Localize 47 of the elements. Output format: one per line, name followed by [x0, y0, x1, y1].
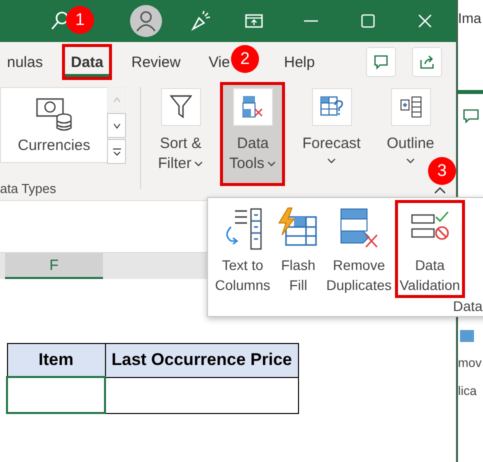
table-header-cell: Last Occurrence Price — [105, 344, 298, 377]
more-button[interactable] — [107, 139, 126, 164]
ribbon-tab[interactable]: Review — [122, 44, 190, 80]
button-label: lica — [458, 384, 477, 398]
filter-icon — [170, 95, 192, 119]
comment-icon — [373, 54, 389, 70]
comment-icon[interactable] — [462, 108, 480, 124]
ribbon-tab[interactable]: Vie — [200, 44, 233, 80]
ribbon-button[interactable]: Sort & Filter — [149, 82, 212, 186]
search-icon[interactable] — [50, 11, 70, 31]
ribbon-button[interactable]: Data Validation — [394, 200, 466, 298]
chevron-down-icon — [406, 158, 415, 164]
avatar-icon[interactable] — [130, 5, 162, 37]
group-label: ata Types — [0, 181, 56, 196]
currency-icon — [36, 96, 72, 130]
ribbon-button[interactable]: Forecast — [293, 82, 370, 186]
group-label: Data — [453, 298, 483, 314]
column-header[interactable]: F — [5, 253, 103, 279]
ribbon-tab[interactable]: Help — [274, 44, 324, 80]
ribbon-button[interactable]: Text to Columns — [212, 200, 274, 298]
present-icon[interactable] — [245, 13, 263, 29]
button-label: mov — [458, 356, 482, 370]
ribbon-tab[interactable]: Ima — [458, 10, 483, 26]
ribbon-button[interactable]: Flash Fill — [273, 200, 324, 298]
table-header-cell: Item — [7, 344, 105, 377]
close-icon[interactable] — [417, 13, 433, 29]
ribbon-tab[interactable]: nulas — [0, 44, 52, 80]
table-cell[interactable] — [105, 377, 298, 413]
share-icon — [419, 54, 435, 70]
chevron-down-icon — [267, 161, 276, 168]
comments-button[interactable] — [366, 47, 396, 77]
currencies-gallery[interactable]: Currencies — [0, 87, 108, 163]
collapse-ribbon-icon[interactable] — [434, 186, 446, 194]
chevron-down-icon — [327, 158, 336, 164]
chevron-up-icon — [112, 96, 120, 102]
ribbon-button[interactable]: Data Tools — [220, 82, 286, 186]
outline-icon — [400, 96, 422, 118]
table-cell[interactable] — [7, 377, 105, 413]
ribbon-button[interactable]: Remove Duplicates — [323, 200, 395, 298]
ribbon-tab[interactable]: Data — [62, 44, 112, 80]
share-button[interactable] — [412, 47, 442, 77]
megaphone-icon[interactable] — [190, 10, 212, 32]
chevron-down-icon — [112, 122, 120, 128]
data-tools-icon — [242, 95, 264, 119]
more-icon — [112, 148, 120, 156]
chevron-down-icon — [194, 161, 204, 168]
maximize-icon[interactable] — [360, 13, 376, 29]
